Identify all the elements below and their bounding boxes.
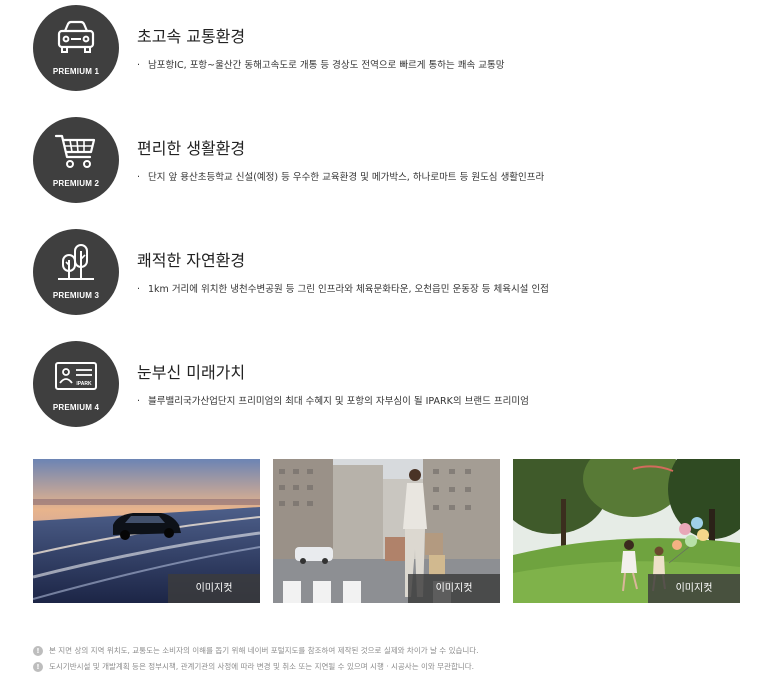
premium-item-2: PREMIUM 2 편리한 생활환경 · 단지 앞 용산초등학교 신설(예정) 등…	[33, 117, 753, 203]
image-shopping: 이미지컷	[273, 459, 500, 603]
car-icon	[57, 20, 95, 53]
image-highway: 이미지컷	[33, 459, 260, 603]
disclaimer-text-2: 도시기반시설 및 개발계획 등은 정부시책, 관계기관의 사정에 따라 변경 및…	[49, 662, 475, 671]
image-park: 이미지컷	[513, 459, 740, 603]
premium-badge-label-1: PREMIUM 1	[52, 67, 100, 76]
premium-item-1: PREMIUM 1 초고속 교통환경 · 남포항IC, 포항~울산간 동해고속도로…	[33, 5, 753, 91]
feature-desc-1: · 남포항IC, 포항~울산간 동해고속도로 개통 등 경상도 전역으로 빠르게 …	[137, 57, 505, 71]
feature-desc-text-3: 1km 거리에 위치한 냉천수변공원 등 그린 인프라와 체육문화타운, 오천읍…	[148, 284, 549, 295]
feature-desc-2: · 단지 앞 용산초등학교 신설(예정) 등 우수한 교육환경 및 메가박스, 하…	[137, 169, 544, 183]
image-caption-1: 이미지컷	[168, 574, 260, 603]
premium-badge-3: PREMIUM 3	[33, 229, 119, 315]
bullet: ·	[137, 60, 141, 71]
feature-title-3: 쾌적한 자연환경	[137, 251, 246, 270]
ipark-card-icon: IPARK	[55, 362, 97, 390]
disclaimer-note-1: ! 본 지면 상의 지역 위치도, 교통도는 소비자의 이해를 돕기 위해 네이버…	[33, 645, 479, 656]
disclaimer-text-1: 본 지면 상의 지역 위치도, 교통도는 소비자의 이해를 돕기 위해 네이버 …	[49, 646, 479, 655]
bullet: ·	[137, 172, 141, 183]
info-icon: !	[33, 661, 43, 672]
feature-title-1: 초고속 교통환경	[137, 27, 246, 46]
premium-badge-label-3: PREMIUM 3	[52, 291, 100, 300]
premium-item-4: IPARK PREMIUM 4 눈부신 미래가치 · 블루밸리국가산업단지 프리미…	[33, 341, 753, 427]
premium-badge-label-2: PREMIUM 2	[52, 179, 100, 188]
premium-badge-4: IPARK PREMIUM 4	[33, 341, 119, 427]
shopping-cart-icon	[54, 134, 96, 168]
premium-item-3: PREMIUM 3 쾌적한 자연환경 · 1km 거리에 위치한 냉천수변공원 등…	[33, 229, 753, 315]
ipark-card-text: IPARK	[76, 381, 92, 387]
feature-title-4: 눈부신 미래가치	[137, 363, 246, 382]
trees-icon	[58, 244, 94, 280]
info-icon: !	[33, 645, 43, 656]
image-caption-3: 이미지컷	[648, 574, 740, 603]
premium-badge-label-4: PREMIUM 4	[52, 403, 100, 412]
bullet: ·	[137, 396, 141, 407]
image-caption-2: 이미지컷	[408, 574, 500, 603]
feature-desc-text-2: 단지 앞 용산초등학교 신설(예정) 등 우수한 교육환경 및 메가박스, 하나…	[148, 172, 545, 183]
premium-badge-1: PREMIUM 1	[33, 5, 119, 91]
premium-section: PREMIUM 1 초고속 교통환경 · 남포항IC, 포항~울산간 동해고속도로…	[0, 0, 773, 685]
premium-badge-2: PREMIUM 2	[33, 117, 119, 203]
feature-desc-text-4: 블루밸리국가산업단지 프리미엄의 최대 수혜지 및 포항의 자부심이 될 IPA…	[148, 396, 529, 407]
feature-desc-3: · 1km 거리에 위치한 냉천수변공원 등 그린 인프라와 체육문화타운, 오천…	[137, 281, 549, 295]
disclaimer-note-2: ! 도시기반시설 및 개발계획 등은 정부시책, 관계기관의 사정에 따라 변경 …	[33, 661, 474, 672]
feature-title-2: 편리한 생활환경	[137, 139, 246, 158]
bullet: ·	[137, 284, 141, 295]
feature-desc-text-1: 남포항IC, 포항~울산간 동해고속도로 개통 등 경상도 전역으로 빠르게 통…	[148, 60, 505, 71]
feature-desc-4: · 블루밸리국가산업단지 프리미엄의 최대 수혜지 및 포항의 자부심이 될 IP…	[137, 393, 529, 407]
